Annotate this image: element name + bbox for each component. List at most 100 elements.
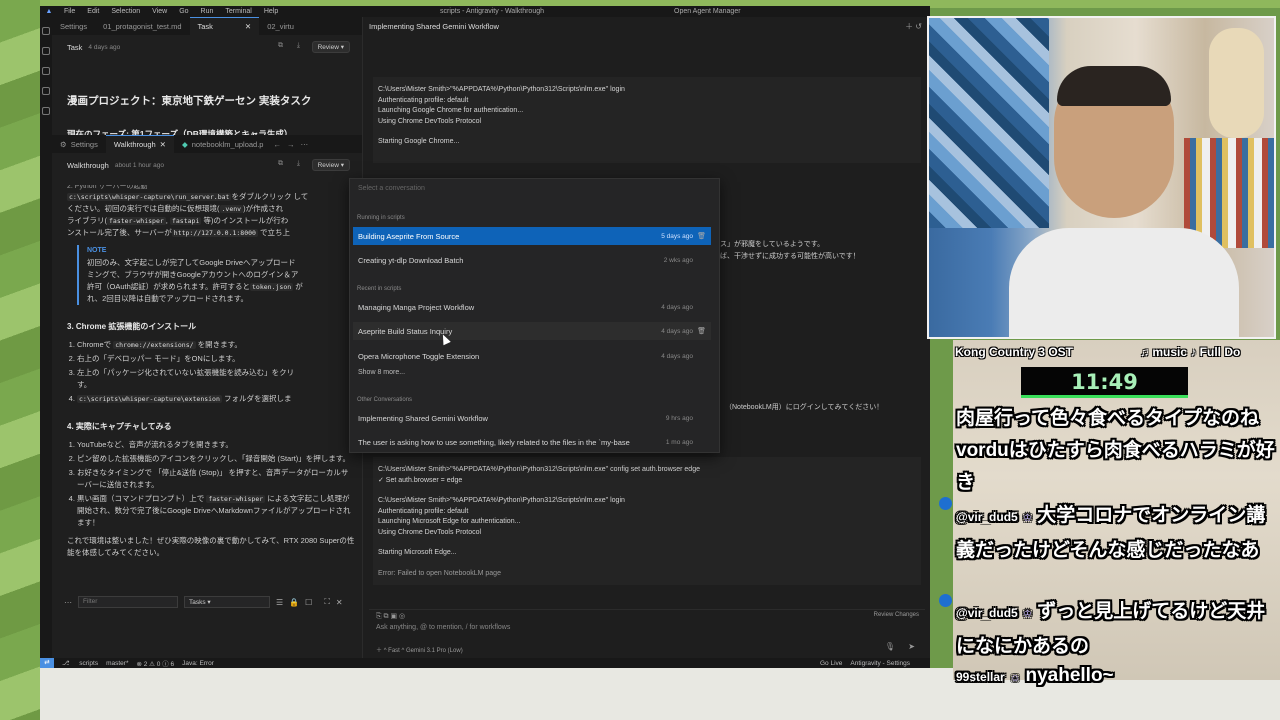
conversation-search-input[interactable]: Select a conversation (358, 185, 425, 192)
layout-icon[interactable]: ☐ (305, 598, 312, 607)
task-title: 漫画プロジェクト：東京地下鉄ゲーセン 実装タスク (67, 95, 312, 107)
close-icon[interactable]: ✕ (160, 140, 166, 149)
terminal-line: Launching Google Chrome for authenticati… (378, 107, 524, 114)
filter-input[interactable]: Filter (78, 596, 178, 608)
history-icon[interactable]: ↺ (915, 22, 922, 31)
list-item: 右上の「デベロッパー モード」をONにします。 (77, 353, 355, 365)
top-tab-row: Settings 01_protagonist_test.md Task ✕ 02… (52, 17, 362, 35)
show-more-link[interactable]: Show 8 more... (358, 369, 405, 376)
terminal-output-2: C:\Users\Mister Smith>"%APPDATA%\Python\… (373, 457, 921, 585)
conversation-dropdown: Select a conversation Running in scripts… (349, 178, 720, 453)
conversation-item[interactable]: Building Aseprite From Source 5 days ago… (353, 227, 711, 245)
ide-window: ▲ File Edit Selection View Go Run Termin… (40, 6, 930, 668)
explorer-icon[interactable] (42, 27, 50, 35)
mic-icon[interactable]: 🎙 (885, 642, 895, 651)
add-context-icon[interactable]: ＋ (376, 648, 382, 654)
add-icon[interactable]: ＋ (905, 22, 913, 31)
agent-title: Implementing Shared Gemini Workflow (369, 22, 499, 31)
source-control-icon[interactable] (42, 67, 50, 75)
extensions-icon[interactable] (42, 107, 50, 115)
section-running: Running in scripts (357, 215, 405, 221)
antigravity-settings[interactable]: Antigravity - Settings (850, 660, 910, 667)
menu-selection[interactable]: Selection (105, 8, 146, 15)
tab-virtu[interactable]: 02_virtu (259, 17, 302, 35)
inline-code: token.json (250, 283, 294, 291)
tab-settings[interactable]: Settings (52, 17, 95, 35)
capture-steps: YouTubeなど、音声が流れるタブを開きます。 ピン留めした拡張機能のアイコン… (67, 439, 355, 529)
tab-settings-2[interactable]: ⚙ Settings (52, 135, 106, 153)
more-icon[interactable]: ⋯ (64, 598, 72, 607)
trash-icon[interactable]: 🗑 (697, 232, 706, 240)
lock-icon[interactable]: 🔒 (289, 598, 299, 607)
window-title: scripts - Antigravity - Walkthrough (440, 8, 544, 15)
conversation-title: Opera Microphone Toggle Extension (358, 351, 480, 361)
go-live-button[interactable]: Go Live (820, 660, 842, 667)
copy-icon[interactable]: ⧉ ⤓ (278, 42, 306, 50)
copy-icon[interactable]: ⧉ ⤓ (278, 160, 306, 168)
menu-view[interactable]: View (146, 8, 173, 15)
walkthrough-ago: about 1 hour ago (114, 161, 164, 169)
run-debug-icon[interactable] (42, 87, 50, 95)
conversation-item[interactable]: The user is asking how to use something,… (353, 433, 711, 451)
list-item: 黒い画面（コマンドプロンプト）上で faster-whisper による文字起こ… (77, 493, 355, 529)
review-changes-button[interactable]: Review Changes (874, 612, 919, 618)
more-icon[interactable]: ⋯ (300, 140, 308, 149)
terminal-line: ✓ Set auth.browser = edge (378, 476, 463, 484)
walkthrough-content: 2. Python サーバーの起動 c:\scripts\whisper-cap… (67, 185, 355, 559)
chat-meta: ＋ ^ Fast ^ Gemini 3.1 Pro (Low) (376, 645, 463, 654)
tasks-select[interactable]: Tasks ▾ (184, 596, 270, 608)
note-callout: NOTE 初回のみ、文字起こしが完了してGoogle Driveへアップロード … (77, 245, 355, 305)
send-icon[interactable]: ➤ (908, 642, 915, 651)
conversation-item[interactable]: Managing Manga Project Workflow 4 days a… (353, 298, 711, 316)
menu-terminal[interactable]: Terminal (219, 8, 257, 15)
task-header: Task 4 days ago ⧉ ⤓ Review ▾ (52, 39, 362, 55)
inline-code: http://127.0.0.1:8000 (171, 229, 258, 237)
attachment-icons[interactable]: ⎘ ⧉ ▣ ◎ (376, 612, 405, 621)
conversation-title: Managing Manga Project Workflow (358, 302, 475, 312)
menu-help[interactable]: Help (258, 8, 284, 15)
mode-value: Fast (388, 648, 400, 654)
walkthrough-label: Walkthrough (67, 160, 109, 170)
conversation-item[interactable]: Aseprite Build Status Inquiry 4 days ago… (353, 322, 711, 340)
select-value: Tasks (189, 599, 206, 606)
branch-status[interactable]: ⎇ scripts (62, 659, 98, 667)
list-item: Chromeで chrome://extensions/ を開きます。 (77, 339, 355, 351)
conversation-title: Aseprite Build Status Inquiry (358, 326, 453, 336)
tab-notebooklm-upload[interactable]: ◆ notebooklm_upload.p (174, 135, 272, 153)
chat-user: @vir_dud5 (956, 606, 1018, 620)
remote-icon[interactable]: ⇄ (40, 658, 54, 668)
menu-run[interactable]: Run (195, 8, 220, 15)
close-icon[interactable]: ✕ (336, 598, 343, 607)
mode-select[interactable]: ^ Fast (384, 648, 400, 654)
menu-go[interactable]: Go (173, 8, 194, 15)
trash-icon[interactable]: 🗑 (697, 327, 706, 335)
git-status[interactable]: master* (106, 660, 128, 667)
text: 左上の「パッケージ化されていない拡張機能を読み込む」をクリ (77, 368, 295, 377)
task-review-button[interactable]: Review ▾ (311, 41, 350, 53)
tab-walkthrough[interactable]: Walkthrough ✕ (105, 135, 174, 153)
conversation-item[interactable]: Creating yt-dlp Download Batch 2 wks ago (353, 251, 711, 269)
maximize-icon[interactable]: ⛶ (324, 597, 330, 607)
conversation-item[interactable]: Implementing Shared Gemini Workflow 9 hr… (353, 409, 711, 427)
menu-edit[interactable]: Edit (81, 8, 105, 15)
tab-label: 02_virtu (267, 21, 294, 31)
terminal-line: Using Chrome DevTools Protocol (378, 117, 482, 125)
tab-task[interactable]: Task ✕ (189, 17, 260, 35)
tab-protagonist[interactable]: 01_protagonist_test.md (95, 17, 189, 35)
model-select[interactable]: ^ Gemini 3.1 Pro (Low) (402, 648, 463, 654)
walkthrough-review-button[interactable]: Review ▾ (311, 159, 350, 171)
list-icon[interactable]: ☰ (276, 598, 283, 607)
java-status[interactable]: Java: Error (182, 660, 214, 667)
conversation-item[interactable]: Opera Microphone Toggle Extension 4 days… (353, 347, 711, 365)
chat-input[interactable]: Ask anything, @ to mention, / for workfl… (376, 624, 510, 631)
chat-message: 肉屋行って色々食べるタイプなのね vorduはひたすら肉食べるハラミが好き (956, 403, 1278, 499)
search-icon[interactable] (42, 47, 50, 55)
problems-status[interactable]: ⊗ 2 ⚠ 0 ⓘ 6 (136, 658, 174, 668)
close-icon[interactable]: ✕ (245, 22, 251, 31)
menu-file[interactable]: File (58, 8, 81, 15)
back-arrow-icon[interactable]: ← (273, 140, 281, 149)
open-agent-manager-link[interactable]: Open Agent Manager (674, 8, 741, 15)
forward-arrow-icon[interactable]: → (287, 140, 295, 149)
